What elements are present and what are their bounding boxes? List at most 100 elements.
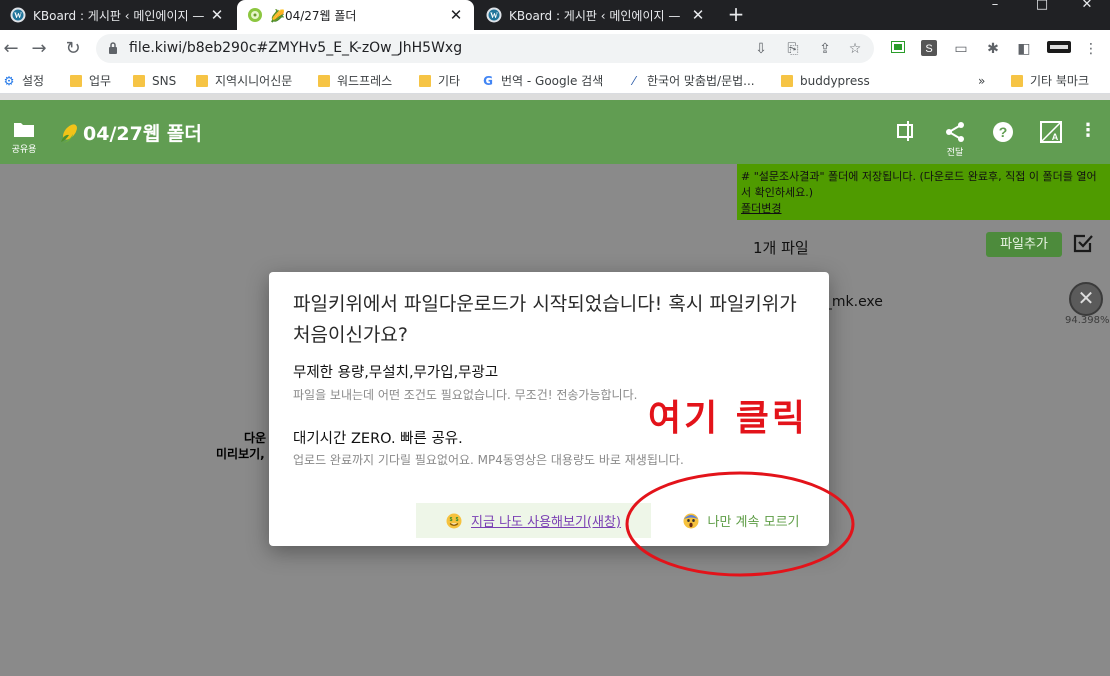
shared-folder-label: 공유용: [11, 145, 37, 155]
translate-icon[interactable]: A: [1038, 120, 1064, 147]
corn-icon: [61, 123, 77, 143]
folder-icon: [1011, 74, 1023, 87]
gear-icon: ⚙: [3, 73, 15, 88]
close-icon[interactable]: ✕: [690, 6, 706, 24]
lock-icon: [109, 42, 117, 54]
svg-text:?: ?: [999, 124, 1008, 140]
preview-toggle-icon[interactable]: [894, 121, 920, 144]
svg-text:W: W: [490, 11, 498, 20]
tab-strip: W KBoard : 게시판 ‹ 메인에이지 — ✕ 🌽04/27웹 폴더 ✕ …: [0, 0, 1110, 30]
bookmark-folder-sns[interactable]: SNS: [133, 72, 176, 89]
folder-icon: [419, 74, 431, 87]
install-app-icon[interactable]: ⇩: [752, 40, 770, 58]
feature-zero-wait-desc: 업로드 완료까지 기다릴 필요없어요. MP4동영상은 대용량도 바로 재생됩니…: [293, 453, 684, 467]
feature-zero-wait-title: 대기시간 ZERO. 빠른 공유.: [293, 431, 463, 447]
s-extension-icon[interactable]: S: [920, 40, 938, 58]
bookmark-folder-wordpress[interactable]: 워드프레스: [318, 72, 392, 89]
try-it-button[interactable]: $ $ 지금 나도 사용해보기(새창): [416, 503, 651, 538]
maximize-button[interactable]: □: [1019, 0, 1065, 11]
bookmarks-overflow-button[interactable]: »: [978, 72, 985, 89]
share-page-icon[interactable]: ⇪: [816, 40, 834, 58]
tab-title: KBoard : 게시판 ‹ 메인에이지 —: [509, 8, 681, 23]
annotation-oval: [625, 471, 855, 577]
download-page-icon[interactable]: ⎘: [784, 40, 802, 58]
bookmark-label: »: [978, 73, 986, 88]
bookmark-folder-work[interactable]: 업무: [70, 72, 111, 89]
bookmark-label: 기타: [438, 74, 461, 88]
tab-kboard-1[interactable]: W KBoard : 게시판 ‹ 메인에이지 — ✕: [0, 0, 235, 30]
tab-kboard-2[interactable]: W KBoard : 게시판 ‹ 메인에이지 — ✕: [476, 0, 716, 30]
bookmark-google-translate[interactable]: G 번역 - Google 검색: [481, 72, 603, 89]
notice-text: # "설문조사결과" 폴더에 저장됩니다. (다운로드 완료후, 직접 이 폴더…: [741, 170, 1097, 199]
bookmark-label: 기타 북마크: [1030, 74, 1090, 88]
side-panel-icon[interactable]: ◧: [1015, 40, 1033, 58]
bookmark-star-icon[interactable]: ☆: [846, 40, 864, 58]
bookmark-label: 한국어 맞춤법/문법...: [647, 74, 755, 88]
dialog-title: 파일키위에서 파일다운로드가 시작되었습니다! 혹시 파일키위가 처음이신가요?: [293, 293, 797, 346]
bookmarks-bar: ⚙ 설정 업무 SNS 지역시니어신문 워드프레스 기타 G 번역 - Google…: [0, 67, 1110, 94]
new-tab-button[interactable]: +: [725, 3, 747, 25]
bookmark-folder-buddypress[interactable]: buddypress: [781, 72, 870, 89]
google-icon: G: [483, 73, 493, 88]
svg-text:S: S: [925, 43, 932, 55]
change-folder-link[interactable]: 폴더변경: [741, 202, 781, 215]
filekiwi-icon: [248, 8, 262, 22]
bookmark-label: 설정: [22, 74, 45, 88]
puzzle-extensions-icon[interactable]: ✱: [984, 40, 1002, 58]
try-it-label: 지금 나도 사용해보기(새창): [471, 515, 621, 530]
back-icon[interactable]: ←: [0, 38, 22, 60]
reload-icon[interactable]: ↻: [62, 38, 84, 60]
svg-text:$: $: [450, 517, 453, 523]
folder-icon: [196, 74, 208, 87]
bookmark-label: 워드프레스: [337, 74, 393, 88]
cast-extension-icon[interactable]: ▭: [952, 40, 970, 58]
close-icon[interactable]: ✕: [448, 6, 464, 24]
browser-toolbar: ← → ↻ file.kiwi/b8eb290c#ZMYHv5_E_K-zOw_…: [0, 30, 1110, 67]
folder-icon: [133, 74, 145, 87]
bookmark-label: 업무: [89, 74, 112, 88]
more-menu-icon[interactable]: ⋮: [1075, 122, 1101, 140]
help-icon[interactable]: ?: [990, 121, 1016, 146]
add-file-button[interactable]: 파일추가: [986, 232, 1062, 257]
select-all-checkbox-icon[interactable]: [1072, 232, 1094, 254]
tab-filekiwi[interactable]: 🌽04/27웹 폴더 ✕: [237, 0, 474, 30]
address-bar[interactable]: file.kiwi/b8eb290c#ZMYHv5_E_K-zOw_JhH5Wx…: [96, 34, 874, 63]
close-icon[interactable]: ✕: [209, 6, 225, 24]
download-progress: 94.398%: [1065, 315, 1110, 326]
menu-kebab-icon[interactable]: ⋮: [1082, 40, 1100, 58]
shared-folder-button[interactable]: 공유용: [8, 121, 40, 155]
feature-unlimited-desc: 파일을 보내는데 어떤 조건도 필요없습니다. 무조건! 전송가능합니다.: [293, 388, 638, 402]
bookmark-spellcheck[interactable]: ⁄ 한국어 맞춤법/문법...: [627, 72, 755, 89]
wordpress-icon: W: [486, 7, 502, 23]
svg-text:A: A: [1052, 132, 1059, 142]
bookmark-folder-other[interactable]: 기타 북마크: [1011, 72, 1089, 89]
url-text: file.kiwi/b8eb290c#ZMYHv5_E_K-zOw_JhH5Wx…: [129, 40, 463, 56]
profile-extension-icon[interactable]: [1046, 40, 1072, 58]
bookmark-folder-etc[interactable]: 기타: [419, 72, 460, 89]
cancel-download-icon[interactable]: ✕: [1069, 282, 1103, 316]
share-icon[interactable]: 전달: [942, 122, 968, 158]
bookmark-label: SNS: [152, 73, 177, 88]
forward-icon[interactable]: →: [28, 38, 50, 60]
bookmark-settings[interactable]: ⚙ 설정: [2, 72, 44, 89]
folder-icon: [781, 74, 793, 87]
svg-text:$: $: [456, 517, 459, 523]
bookmark-label: 지역시니어신문: [215, 74, 293, 88]
folder-icon: [318, 74, 330, 87]
save-location-notice: # "설문조사결과" 폴더에 저장됩니다. (다운로드 완료후, 직접 이 폴더…: [737, 164, 1110, 220]
minimize-button[interactable]: –: [972, 0, 1018, 11]
folder-icon: [70, 74, 82, 87]
window-close-button[interactable]: ✕: [1064, 0, 1110, 11]
annotation-click-here: 여기 클릭: [648, 398, 809, 439]
wordpress-icon: W: [10, 7, 26, 23]
bookmark-folder-senior-news[interactable]: 지역시니어신문: [196, 72, 292, 89]
bookmark-label: buddypress: [800, 73, 870, 88]
tab-title: KBoard : 게시판 ‹ 메인에이지 —: [33, 8, 205, 23]
tab-title: 🌽04/27웹 폴더: [270, 8, 357, 23]
share-caption: 전달: [946, 148, 964, 158]
feature-unlimited-title: 무제한 용량,무설치,무가입,무광고: [293, 365, 499, 381]
money-face-icon: $ $: [446, 513, 462, 528]
file-count: 1개 파일: [753, 239, 809, 257]
viewer-text-line1: 다운: [244, 431, 267, 445]
screen-extension-icon[interactable]: [889, 40, 907, 58]
